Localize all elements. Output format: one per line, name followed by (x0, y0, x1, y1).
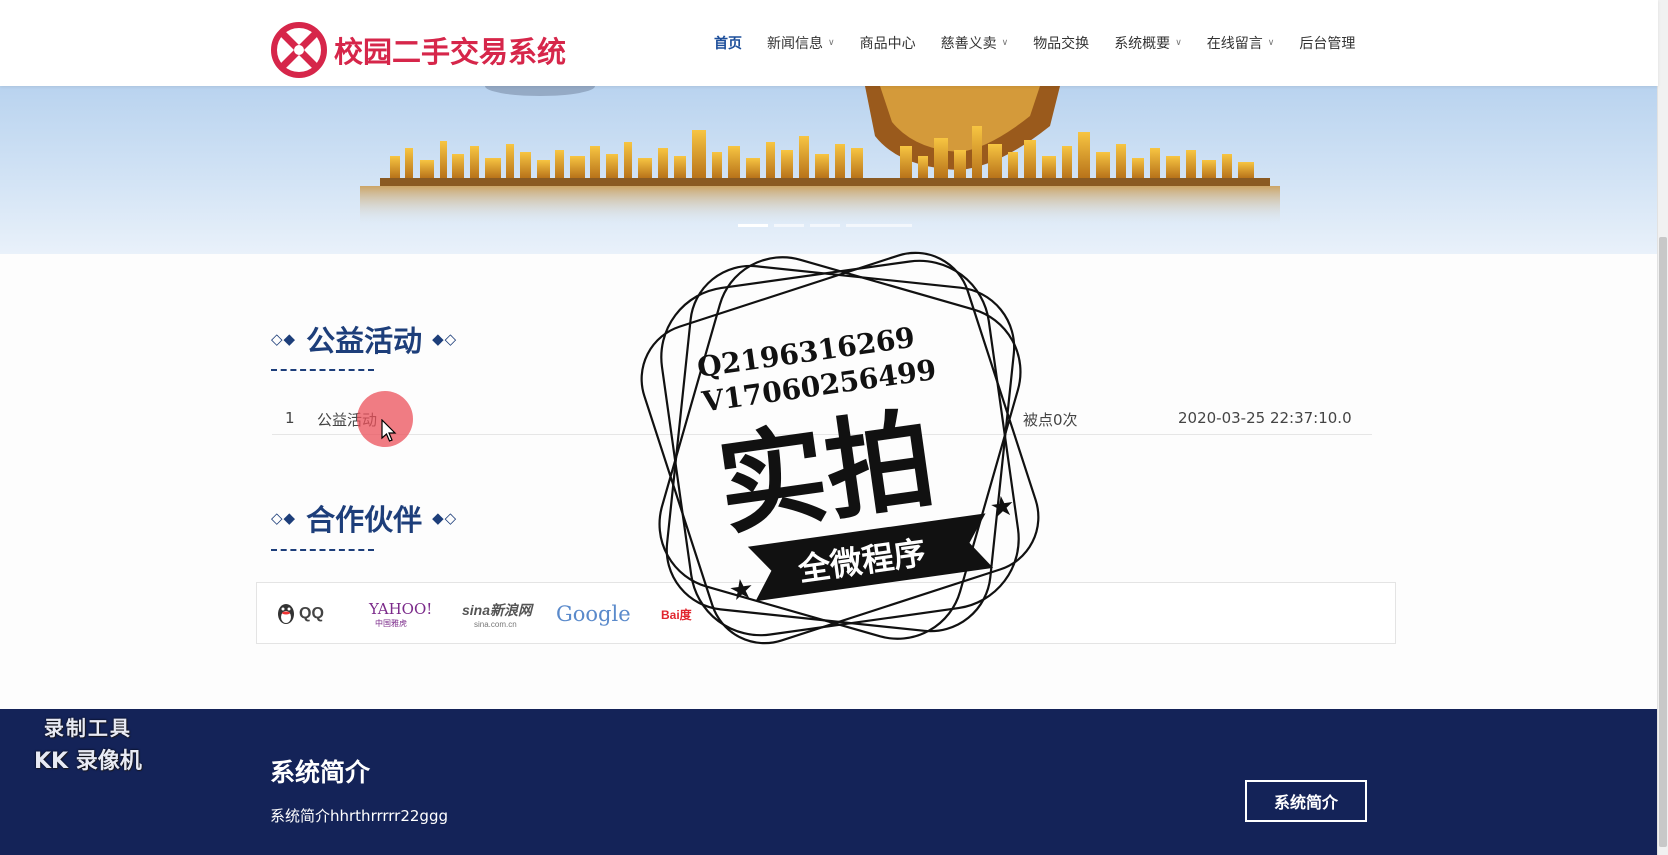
partner-google-logo[interactable]: Google (556, 597, 631, 631)
mouse-cursor-icon (381, 419, 397, 442)
partner-sina-logo[interactable]: sina新浪网 sina.com.cn (462, 597, 532, 631)
logo-emblem-icon (271, 22, 327, 78)
scrollbar-thumb[interactable] (1659, 237, 1667, 847)
section-title-activities: ◇◆ 公益活动 ◆◇ (271, 318, 457, 360)
nav-charity[interactable]: 慈善义卖 ∨ (941, 33, 1009, 53)
partner-subtitle: sina.com.cn (474, 619, 517, 629)
site-footer: 系统简介 系统简介hhrthrrrrr22ggg 系统简介 (0, 709, 1658, 855)
nav-overview-label: 系统概要 (1114, 36, 1171, 52)
partner-name: QQ (299, 605, 324, 622)
nav-news[interactable]: 新闻信息 ∨ (767, 33, 835, 53)
banner-dot-4[interactable] (846, 224, 912, 227)
diamond-decoration-icon: ◇◆ (271, 510, 297, 527)
partner-name: YAHOO! (369, 599, 433, 618)
city-skyline-image (360, 86, 1280, 226)
diamond-decoration-icon: ◆◇ (432, 510, 458, 527)
nav-messages[interactable]: 在线留言 ∨ (1207, 33, 1275, 53)
chevron-down-icon: ∨ (828, 38, 835, 48)
nav-exchange-label: 物品交换 (1033, 36, 1090, 52)
site-header: 校园二手交易系统 首页 新闻信息 ∨ 商品中心 慈善义卖 ∨ 物品交换 系统概要 ∨ … (0, 0, 1658, 86)
footer-description: 系统简介hhrthrrrrr22ggg (270, 807, 449, 825)
chevron-down-icon: ∨ (1001, 38, 1009, 48)
partner-yahoo-logo[interactable]: YAHOO! 中国雅虎 (369, 597, 432, 631)
nav-home-label: 首页 (714, 36, 742, 52)
nav-exchange[interactable]: 物品交换 (1033, 33, 1089, 53)
watermark-line1: 录制工具 (43, 716, 132, 740)
diamond-decoration-icon: ◇◆ (271, 331, 297, 348)
nav-products-label: 商品中心 (859, 36, 916, 52)
banner-dot-2[interactable] (774, 224, 804, 227)
site-title: 校园二手交易系统 (334, 35, 567, 69)
nav-news-label: 新闻信息 (767, 36, 823, 52)
penguin-icon (278, 604, 294, 624)
row-index: 1 (285, 409, 295, 427)
activities-heading: 公益活动 (306, 324, 423, 358)
nav-admin[interactable]: 后台管理 (1299, 33, 1355, 53)
main-nav: 首页 新闻信息 ∨ 商品中心 慈善义卖 ∨ 物品交换 系统概要 ∨ 在线留言 ∨ 后台管… (714, 0, 1355, 86)
star-icon: ★ (727, 573, 756, 607)
nav-admin-label: 后台管理 (1299, 36, 1356, 52)
page-scrollbar[interactable] (1657, 0, 1668, 855)
partner-subtitle: 中国雅虎 (375, 618, 407, 628)
footer-heading: 系统简介 (270, 758, 371, 787)
star-icon: ★ (988, 489, 1017, 523)
partner-name: sina新浪网 (462, 601, 533, 618)
photo-stamp-watermark: Q2196316269 V17060256499 实拍 全微程序 ★ ★ (640, 251, 1040, 645)
section-title-partners: ◇◆ 合作伙伴 ◆◇ (271, 497, 457, 539)
partner-name: Google (556, 602, 631, 626)
nav-charity-label: 慈善义卖 (940, 36, 997, 52)
recorder-watermark: 录制工具 KK 录像机 (34, 712, 142, 775)
nav-home[interactable]: 首页 (714, 33, 742, 53)
hero-banner[interactable] (0, 86, 1658, 254)
banner-dot-3[interactable] (810, 224, 840, 227)
chevron-down-icon: ∨ (1267, 38, 1275, 48)
row-timestamp: 2020-03-25 22:37:10.0 (1178, 409, 1352, 427)
partner-qq-logo[interactable]: QQ (275, 597, 324, 631)
nav-overview[interactable]: 系统概要 ∨ (1114, 33, 1182, 53)
site-logo[interactable]: 校园二手交易系统 (270, 21, 566, 79)
system-intro-button[interactable]: 系统简介 (1245, 780, 1367, 822)
partners-heading: 合作伙伴 (306, 503, 423, 537)
nav-messages-label: 在线留言 (1206, 36, 1263, 52)
watermark-line2: KK 录像机 (34, 749, 142, 774)
banner-dot-1[interactable] (738, 224, 768, 227)
diamond-decoration-icon: ◆◇ (432, 331, 458, 348)
section-underline (271, 549, 374, 551)
chevron-down-icon: ∨ (1175, 38, 1182, 48)
nav-products[interactable]: 商品中心 (860, 33, 916, 53)
banner-pagination (738, 224, 918, 227)
section-underline (271, 369, 374, 371)
